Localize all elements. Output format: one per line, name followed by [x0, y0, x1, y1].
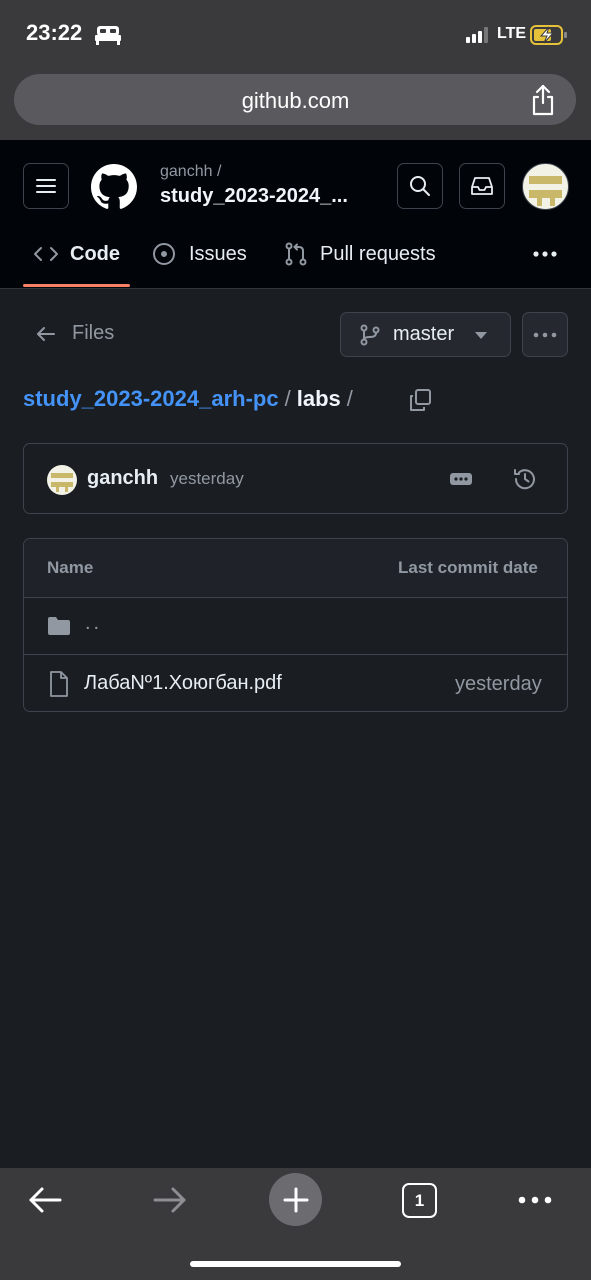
tab-pull-requests-label: Pull requests — [320, 242, 436, 265]
issue-opened-icon — [152, 242, 176, 266]
file-table: Name Last commit date .. ЛабаNº1.Хоюгбан… — [23, 538, 568, 712]
repo-owner[interactable]: ganchh / — [160, 163, 221, 181]
url-text[interactable]: github.com — [0, 88, 591, 114]
bed-icon — [95, 24, 121, 46]
files-back-label: Files — [72, 322, 115, 344]
git-branch-icon — [360, 324, 380, 346]
tab-switcher-button[interactable]: 1 — [402, 1183, 437, 1218]
tab-pull-requests[interactable]: Pull requests — [285, 232, 436, 276]
breadcrumb: study_2023-2024_arh-pc / labs / — [23, 386, 353, 412]
column-header-date: Last commit date — [398, 558, 538, 577]
commit-author-avatar[interactable] — [47, 465, 77, 495]
tab-count: 1 — [414, 1190, 425, 1210]
arrow-left-icon — [36, 325, 56, 343]
kebab-horizontal-icon — [533, 332, 557, 338]
column-header-name: Name — [47, 558, 94, 577]
github-logo-icon[interactable] — [91, 164, 137, 210]
new-tab-button[interactable] — [269, 1173, 322, 1226]
active-tab-indicator — [23, 284, 130, 287]
pull-request-icon — [285, 242, 307, 266]
inbox-button[interactable] — [459, 163, 505, 209]
file-options-button[interactable] — [522, 312, 568, 357]
branch-selector[interactable]: master — [340, 312, 511, 357]
branch-name: master — [393, 323, 455, 345]
file-commit-date: yesterday — [455, 673, 542, 695]
hamburger-icon — [36, 178, 56, 194]
more-tabs-icon[interactable] — [532, 250, 558, 258]
files-back-link[interactable]: Files — [36, 322, 114, 345]
triangle-down-icon — [475, 332, 487, 339]
forward-arrow-icon[interactable] — [153, 1186, 187, 1214]
breadcrumb-current: labs — [296, 386, 341, 411]
search-button[interactable] — [397, 163, 443, 209]
menu-button[interactable] — [23, 163, 69, 209]
tab-code[interactable]: Code — [34, 232, 120, 276]
tab-issues[interactable]: Issues — [152, 232, 247, 276]
plus-icon — [283, 1187, 309, 1213]
file-icon — [49, 671, 69, 697]
network-label: LTE — [497, 25, 527, 42]
commit-message-toggle-icon[interactable] — [449, 471, 473, 487]
tab-code-label: Code — [70, 242, 120, 265]
browser-menu-icon[interactable] — [518, 1196, 552, 1204]
battery-charging-icon — [530, 25, 568, 45]
search-icon — [409, 175, 431, 197]
table-row-parent-directory[interactable]: .. — [24, 598, 567, 655]
folder-icon — [47, 616, 71, 636]
signal-icon — [466, 27, 492, 43]
home-indicator — [190, 1261, 401, 1267]
back-arrow-icon[interactable] — [28, 1186, 62, 1214]
copy-icon[interactable] — [408, 388, 432, 412]
latest-commit-box: ganchh yesterday — [23, 443, 568, 514]
breadcrumb-repo-link[interactable]: study_2023-2024_arh-pc — [23, 386, 279, 412]
breadcrumb-separator: / — [346, 386, 353, 411]
code-icon — [34, 246, 58, 262]
tab-issues-label: Issues — [189, 242, 247, 265]
parent-directory-label: .. — [85, 612, 103, 634]
user-avatar[interactable] — [522, 163, 569, 210]
inbox-icon — [470, 176, 494, 196]
history-icon[interactable] — [512, 466, 538, 492]
status-time: 23:22 — [26, 20, 83, 45]
share-icon[interactable] — [530, 84, 556, 116]
breadcrumb-separator: / — [284, 386, 291, 411]
commit-time: yesterday — [170, 469, 244, 488]
file-name[interactable]: ЛабаNº1.Хоюгбан.pdf — [84, 672, 282, 695]
main-content — [0, 289, 591, 1168]
commit-author[interactable]: ganchh — [87, 467, 158, 490]
table-row[interactable]: ЛабаNº1.Хоюгбан.pdf yesterday — [24, 655, 567, 711]
repo-name[interactable]: study_2023-2024_... — [160, 185, 348, 208]
